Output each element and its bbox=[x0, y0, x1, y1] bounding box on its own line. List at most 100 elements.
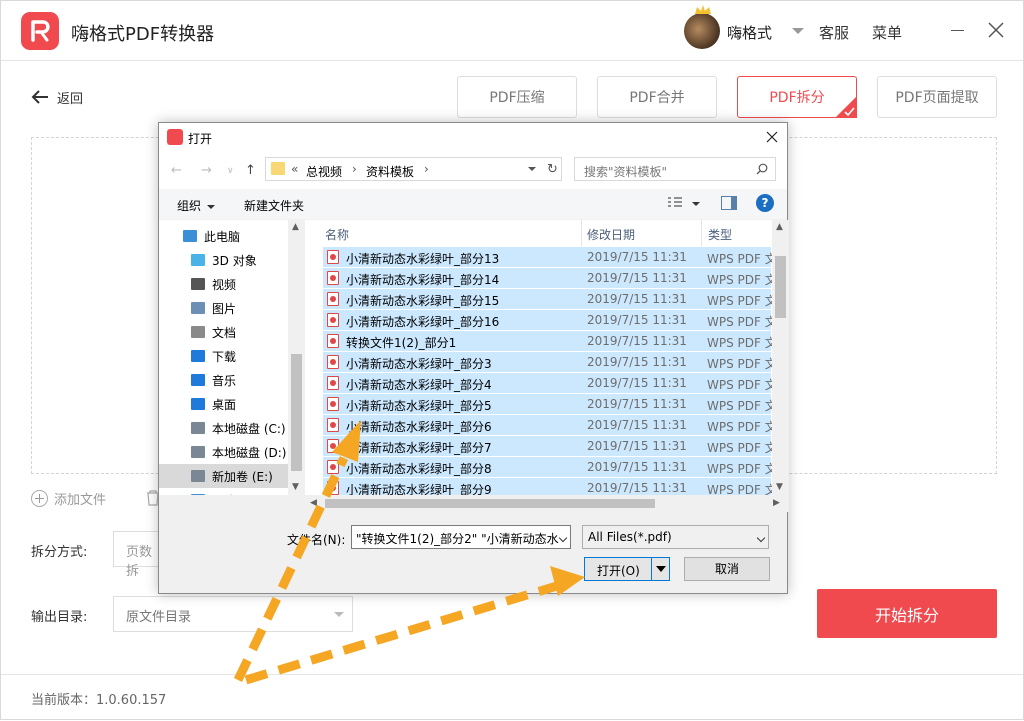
preview-pane-icon[interactable] bbox=[721, 196, 737, 210]
tree-scroll-thumb[interactable] bbox=[291, 354, 302, 471]
tree-item[interactable]: 图片 bbox=[159, 296, 289, 320]
file-list-vscrollbar[interactable]: ▲ ▼ bbox=[772, 220, 789, 495]
close-icon[interactable] bbox=[986, 20, 1006, 40]
back-button[interactable]: 返回 bbox=[31, 86, 83, 108]
drive-icon bbox=[191, 422, 205, 434]
column-type[interactable]: 类型 bbox=[708, 220, 732, 246]
open-button[interactable]: 打开(O) bbox=[584, 557, 670, 581]
navigation-bar: ← → ∨ ↑ « 总视频 › 资料模板 › ↻ 搜索"资料模板" bbox=[159, 151, 787, 189]
breadcrumb-item[interactable]: 资料模板 bbox=[366, 163, 414, 180]
organize-menu[interactable]: 组织 bbox=[177, 197, 216, 214]
tree-item[interactable]: 3D 对象 bbox=[159, 248, 289, 272]
file-name: 小清新动态水彩绿叶_部分15 bbox=[346, 294, 500, 308]
back-arrow-icon[interactable]: ← bbox=[171, 163, 182, 178]
file-row[interactable]: 小清新动态水彩绿叶_部分7 2019/7/15 11:31 WPS PDF 文 bbox=[323, 436, 777, 456]
address-dropdown-icon[interactable] bbox=[528, 167, 536, 171]
tree-item[interactable]: 本地磁盘 (D:) bbox=[159, 440, 289, 464]
tab-pdf-page-extract[interactable]: PDF页面提取 bbox=[877, 76, 997, 118]
file-row[interactable]: 小清新动态水彩绿叶_部分5 2019/7/15 11:31 WPS PDF 文 bbox=[323, 394, 777, 414]
file-name: 小清新动态水彩绿叶_部分5 bbox=[346, 399, 492, 413]
pdf-file-icon bbox=[327, 376, 339, 390]
file-row[interactable]: 小清新动态水彩绿叶_部分4 2019/7/15 11:31 WPS PDF 文 bbox=[323, 373, 777, 393]
avatar[interactable] bbox=[684, 13, 720, 49]
file-row[interactable]: 小清新动态水彩绿叶_部分14 2019/7/15 11:31 WPS PDF 文 bbox=[323, 268, 777, 288]
file-row[interactable]: 小清新动态水彩绿叶_部分6 2019/7/15 11:31 WPS PDF 文 bbox=[323, 415, 777, 435]
column-date[interactable]: 修改日期 bbox=[587, 220, 635, 246]
up-arrow-icon[interactable]: ↑ bbox=[245, 163, 256, 178]
tab-pdf-compress[interactable]: PDF压缩 bbox=[457, 76, 577, 118]
new-folder-button[interactable]: 新建文件夹 bbox=[244, 197, 304, 214]
scroll-down-icon[interactable]: ▼ bbox=[776, 482, 783, 492]
tree-item[interactable]: 文档 bbox=[159, 320, 289, 344]
file-row[interactable]: 小清新动态水彩绿叶_部分15 2019/7/15 11:31 WPS PDF 文 bbox=[323, 289, 777, 309]
user-name[interactable]: 嗨格式 bbox=[727, 22, 772, 43]
close-icon[interactable] bbox=[765, 130, 779, 144]
tree-item[interactable]: 下载 bbox=[159, 344, 289, 368]
refresh-icon[interactable]: ↻ bbox=[547, 162, 558, 177]
file-date: 2019/7/15 11:31 bbox=[587, 292, 687, 306]
pdf-file-icon bbox=[327, 271, 339, 285]
open-button-label: 打开(O) bbox=[597, 564, 640, 578]
menu-link[interactable]: 菜单 bbox=[872, 22, 902, 43]
minimize-icon[interactable] bbox=[951, 30, 964, 31]
view-options-icon[interactable] bbox=[667, 196, 683, 210]
file-type: WPS PDF 文 bbox=[707, 252, 777, 266]
app-logo-icon bbox=[21, 12, 59, 50]
cancel-button[interactable]: 取消 bbox=[684, 557, 770, 581]
scroll-left-icon[interactable]: ◀ bbox=[310, 498, 317, 508]
search-input[interactable]: 搜索"资料模板" bbox=[574, 157, 776, 181]
forward-arrow-icon[interactable]: → bbox=[201, 163, 212, 178]
file-list-vscroll-thumb[interactable] bbox=[775, 256, 786, 318]
file-row[interactable]: 转换文件1(2)_部分1 2019/7/15 11:31 WPS PDF 文 bbox=[323, 331, 777, 351]
tree-item[interactable]: 此电脑 bbox=[159, 224, 289, 248]
customer-service-link[interactable]: 客服 bbox=[819, 22, 849, 43]
file-row[interactable]: 小清新动态水彩绿叶_部分8 2019/7/15 11:31 WPS PDF 文 bbox=[323, 457, 777, 477]
add-file-button[interactable]: 添加文件 bbox=[31, 489, 106, 508]
caret-down-icon[interactable] bbox=[656, 566, 666, 572]
pdf-file-icon bbox=[327, 334, 339, 348]
view-dropdown-icon[interactable] bbox=[692, 202, 700, 206]
file-row[interactable]: 小清新动态水彩绿叶_部分9 2019/7/15 11:31 WPS PDF 文 bbox=[323, 478, 777, 495]
address-bar[interactable]: « 总视频 › 资料模板 › ↻ bbox=[265, 157, 562, 181]
scroll-up-icon[interactable]: ▲ bbox=[776, 222, 783, 232]
filetype-select[interactable]: All Files(*.pdf) bbox=[582, 525, 769, 549]
tree-item[interactable]: 桌面 bbox=[159, 392, 289, 416]
file-row[interactable]: 小清新动态水彩绿叶_部分16 2019/7/15 11:31 WPS PDF 文 bbox=[323, 310, 777, 330]
column-divider[interactable] bbox=[581, 220, 582, 246]
app-logo-icon bbox=[167, 129, 183, 145]
tree-item[interactable]: 网络 bbox=[159, 488, 289, 495]
dialog-title: 打开 bbox=[188, 132, 213, 146]
scroll-right-icon[interactable]: ▶ bbox=[773, 498, 780, 508]
file-list-hscroll-thumb[interactable] bbox=[325, 499, 655, 508]
tree-item[interactable]: 新加卷 (E:) bbox=[159, 464, 289, 488]
pdf-file-icon bbox=[327, 397, 339, 411]
output-dir-select[interactable]: 原文件目录 bbox=[113, 596, 353, 632]
file-row[interactable]: 小清新动态水彩绿叶_部分13 2019/7/15 11:31 WPS PDF 文 bbox=[323, 247, 777, 267]
scroll-down-icon[interactable]: ▼ bbox=[292, 482, 299, 492]
column-divider[interactable] bbox=[701, 220, 702, 246]
file-type: WPS PDF 文 bbox=[707, 378, 777, 392]
column-name[interactable]: 名称 bbox=[325, 220, 349, 246]
file-date: 2019/7/15 11:31 bbox=[587, 271, 687, 285]
tab-pdf-split[interactable]: PDF拆分 bbox=[737, 76, 857, 118]
tab-pdf-merge[interactable]: PDF合并 bbox=[597, 76, 717, 118]
pdf-file-icon bbox=[327, 460, 339, 474]
chevron-down-icon[interactable] bbox=[558, 533, 568, 543]
file-type: WPS PDF 文 bbox=[707, 483, 777, 495]
tree-item[interactable]: 音乐 bbox=[159, 368, 289, 392]
chevron-down-icon[interactable] bbox=[792, 28, 804, 34]
tree-item[interactable]: 视频 bbox=[159, 272, 289, 296]
pdf-file-icon bbox=[327, 250, 339, 264]
help-icon[interactable]: ? bbox=[756, 194, 774, 212]
tree-item[interactable]: 本地磁盘 (C:) bbox=[159, 416, 289, 440]
breadcrumb-item[interactable]: 总视频 bbox=[306, 163, 342, 180]
file-list-hscrollbar[interactable]: ◀ ▶ bbox=[305, 495, 789, 512]
filename-input[interactable]: "转换文件1(2)_部分2" "小清新动态水 bbox=[351, 525, 571, 549]
desktop-icon bbox=[191, 398, 205, 410]
file-row[interactable]: 小清新动态水彩绿叶_部分3 2019/7/15 11:31 WPS PDF 文 bbox=[323, 352, 777, 372]
scroll-up-icon[interactable]: ▲ bbox=[292, 222, 299, 232]
file-date: 2019/7/15 11:31 bbox=[587, 418, 687, 432]
tree-scrollbar[interactable]: ▲ ▼ bbox=[288, 220, 305, 495]
recent-dropdown-icon[interactable]: ∨ bbox=[227, 166, 234, 176]
start-split-button[interactable]: 开始拆分 bbox=[817, 589, 997, 638]
